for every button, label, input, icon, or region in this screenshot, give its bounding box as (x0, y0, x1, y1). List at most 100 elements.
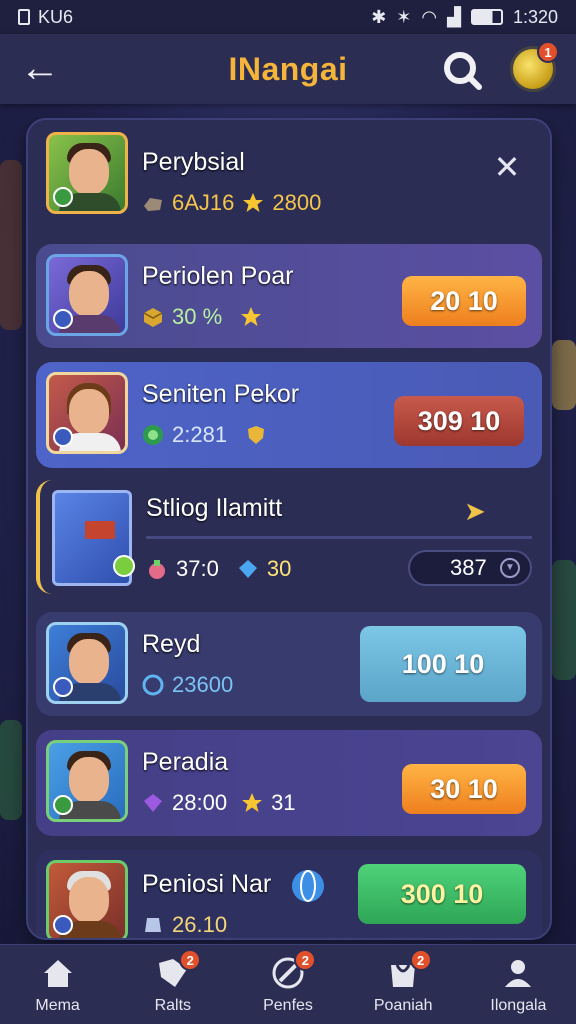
nav-badge: 2 (294, 949, 317, 971)
item-value-b: 30 (266, 556, 292, 581)
sim-icon (18, 9, 30, 25)
player-stat-value: 30 % (172, 304, 223, 329)
player-stats: 2:281 (142, 422, 267, 448)
profile-stats: 6AJ16 2800 (142, 190, 321, 216)
coin-badge: 1 (537, 41, 559, 63)
home-icon (43, 959, 72, 987)
level-badge-icon (53, 795, 73, 815)
nav-label: Poaniah (373, 996, 433, 1014)
player-stats: 23600 (142, 672, 233, 698)
players-panel: Perybsial 6AJ16 2800 ✕ Periolen Poar 30 … (26, 118, 552, 940)
profile-card: Perybsial 6AJ16 2800 ✕ (36, 126, 542, 236)
player-action-button[interactable]: 100 10 (360, 626, 526, 702)
nav-item-penfes[interactable]: 2 Penfes (230, 945, 345, 1024)
blue-coin-icon (142, 674, 164, 696)
search-icon[interactable] (440, 48, 484, 92)
player-avatar (46, 622, 128, 704)
player-avatar (46, 254, 128, 336)
globe-icon (292, 870, 324, 902)
item-gem-icon (113, 555, 135, 577)
item-stats: 37:0 30 (146, 556, 291, 582)
nav-label: Mema (35, 996, 80, 1014)
player-avatar (46, 740, 128, 822)
nav-badge: 2 (409, 949, 432, 971)
nav-item-mema[interactable]: Mema (0, 945, 115, 1024)
level-badge-icon (53, 915, 73, 935)
profile-icon (505, 959, 532, 987)
quantity-value: 387 (450, 555, 487, 580)
bluetooth-icon: ✶ (396, 6, 412, 27)
item-name: Stliog Ilamitt (146, 494, 283, 522)
cube-icon (143, 308, 163, 327)
player-avatar (46, 860, 128, 938)
nav-item-poaniah[interactable]: 2 Poaniah (346, 945, 461, 1024)
close-icon[interactable]: ✕ (490, 150, 524, 184)
item-image (52, 490, 135, 586)
profile-star-value: 2800 (272, 190, 322, 215)
status-time: 1:320 (512, 6, 558, 27)
player-stat-value: 2:281 (172, 422, 228, 447)
bottom-nav: Mema 2 Ralts 2 Penfes 2 Poaniah Ilongala (0, 944, 576, 1024)
star-icon (242, 793, 263, 812)
gold-shield-icon (248, 426, 265, 444)
status-bar: KU6 ✱ ✶ ◠ ▟ 1:320 (0, 0, 576, 34)
profile-avatar (46, 132, 128, 214)
level-badge-icon (53, 187, 73, 207)
background-decoration (0, 720, 22, 820)
item-value-a: 37:0 (176, 556, 219, 581)
player-avatar (46, 372, 128, 454)
background-decoration (552, 340, 576, 410)
nav-item-ralts[interactable]: 2 Ralts (115, 945, 230, 1024)
profile-resource-value: 6AJ16 (172, 190, 235, 215)
quantity-select[interactable]: 387 ▼ (408, 550, 532, 586)
battery-icon (470, 9, 503, 25)
player-stat-value: 26.10 (172, 912, 228, 937)
profile-name: Perybsial (142, 148, 245, 176)
player-action-button[interactable]: 309 10 (394, 396, 524, 446)
player-action-button[interactable]: 300 10 (358, 864, 526, 924)
level-badge-icon (53, 427, 73, 447)
star-icon (243, 193, 264, 212)
top-bar: ← INangai 1 (0, 34, 576, 104)
vibrate-icon: ✱ (371, 6, 387, 27)
item-divider (146, 536, 532, 539)
crystal-icon (145, 918, 161, 932)
level-badge-icon (53, 677, 73, 697)
player-name: Periolen Poar (142, 262, 294, 290)
signal-icon: ▟ (447, 6, 461, 27)
player-name: Peniosi Nar (142, 870, 272, 898)
star-icon (241, 307, 262, 326)
list-item[interactable]: Peradia 28:00 31 30 10 (36, 730, 542, 836)
arrow-right-icon[interactable]: ➤ (464, 496, 486, 527)
list-item[interactable]: Peniosi Nar 26.10 300 10 (36, 850, 542, 938)
back-arrow-icon[interactable]: ← (18, 48, 62, 90)
coin-notification-button[interactable]: 1 (510, 41, 559, 92)
player-stats: 28:00 31 (142, 790, 296, 816)
player-stat-value: 23600 (172, 672, 234, 697)
list-item[interactable]: Reyd 23600 100 10 (36, 612, 542, 716)
wifi-icon: ◠ (421, 6, 438, 27)
player-star-value: 31 (271, 790, 296, 815)
nav-badge: 2 (179, 949, 202, 971)
nav-item-ilongala[interactable]: Ilongala (461, 945, 576, 1024)
player-stats: 30 % (142, 304, 262, 330)
nav-label: Penfes (263, 996, 313, 1014)
item-row[interactable]: Stliog Ilamitt ➤ 37:0 30 387 ▼ (36, 480, 542, 594)
list-item[interactable]: Periolen Poar 30 % 20 10 (36, 244, 542, 348)
amethyst-icon (144, 794, 162, 812)
player-name: Peradia (142, 748, 229, 776)
player-name: Reyd (142, 630, 201, 658)
nav-label: Ralts (154, 996, 192, 1014)
list-item[interactable]: Seniten Pekor 2:281 309 10 (36, 362, 542, 468)
nav-label: Ilongala (490, 996, 547, 1014)
level-badge-icon (53, 309, 73, 329)
background-decoration (552, 560, 576, 680)
ore-icon (144, 198, 162, 211)
player-stats: 26.10 (142, 912, 227, 938)
player-stat-value: 28:00 (172, 790, 228, 815)
background-decoration (0, 160, 22, 330)
player-action-button[interactable]: 20 10 (402, 276, 526, 326)
emerald-coin-icon (143, 425, 163, 445)
chevron-down-icon: ▼ (500, 558, 520, 578)
player-action-button[interactable]: 30 10 (402, 764, 526, 814)
